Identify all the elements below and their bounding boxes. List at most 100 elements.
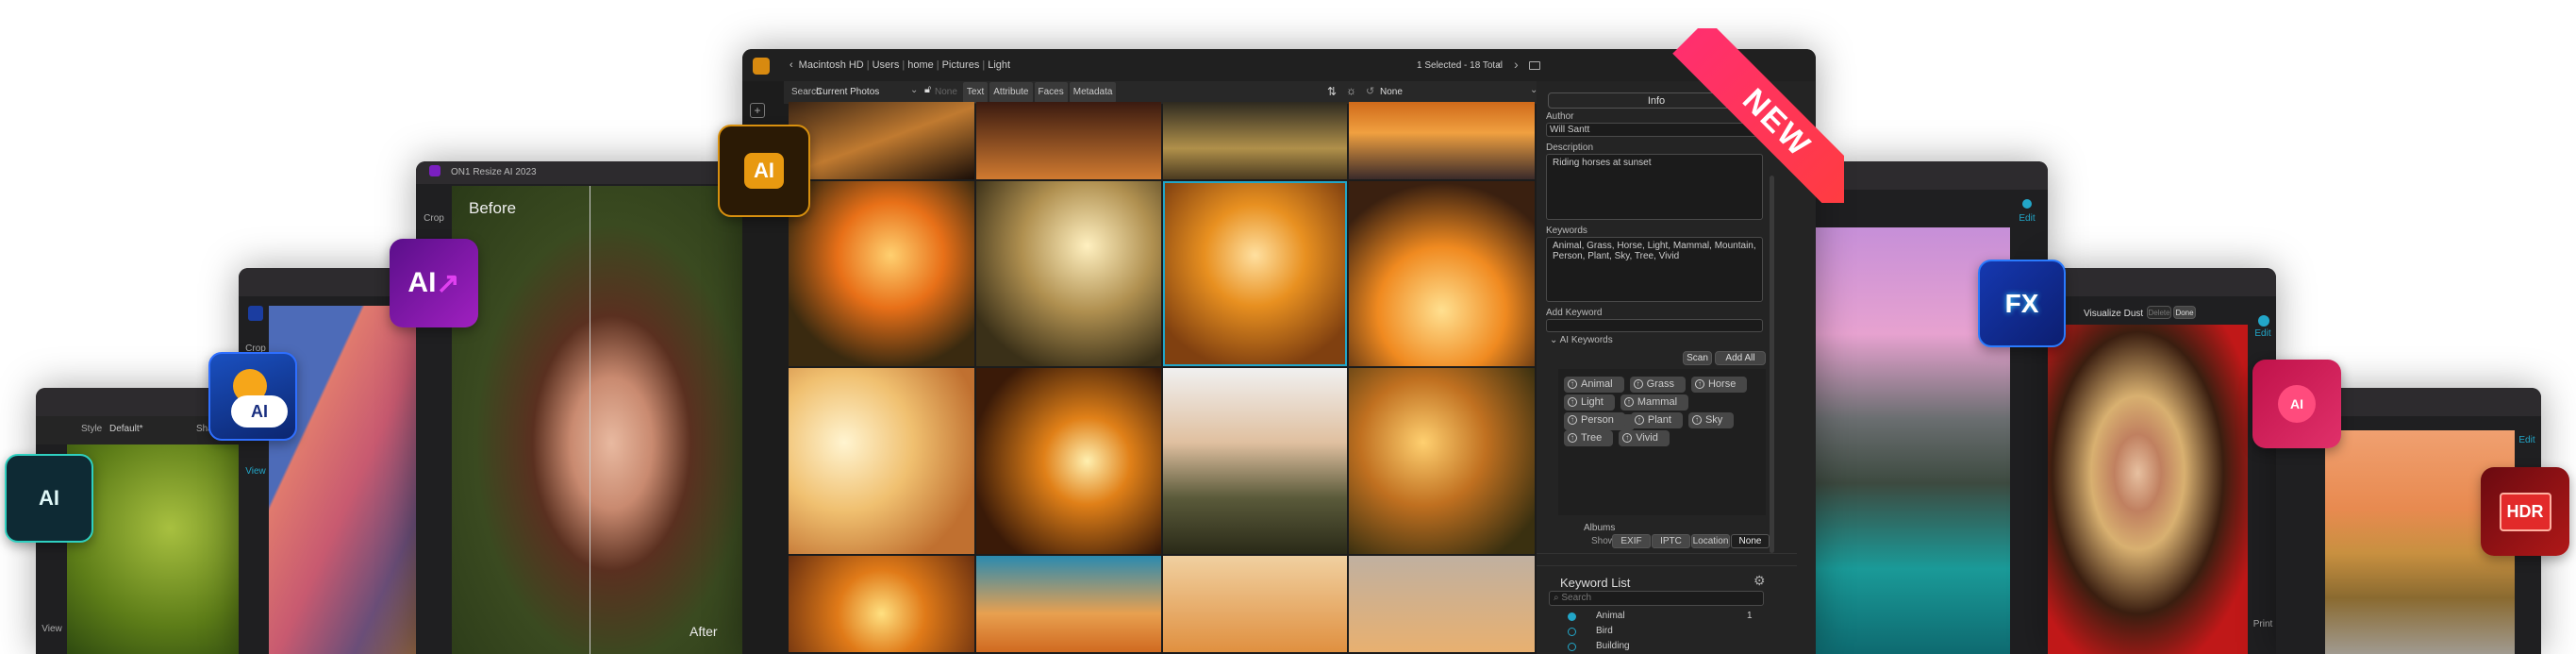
checked-circle-icon[interactable]: [1568, 612, 1576, 621]
folder-icon[interactable]: [1529, 61, 1540, 70]
add-circle-icon: ↑: [1634, 415, 1644, 425]
edit-label[interactable]: Edit: [2250, 328, 2276, 339]
show-option[interactable]: Location: [1691, 534, 1730, 548]
filter-tab[interactable]: None: [931, 82, 961, 103]
portrait-ai-pink-icon: AI: [2252, 360, 2341, 448]
chip-label: Light: [1581, 396, 1604, 408]
prev-icon[interactable]: ‹: [1497, 57, 1502, 72]
undo-icon[interactable]: ↺: [1366, 85, 1374, 97]
ai-keyword-chip[interactable]: ↑ Vivid: [1619, 429, 1670, 446]
add-keyword-label: Add Keyword: [1546, 308, 1603, 318]
keyword-list-item[interactable]: Bird: [1549, 625, 1766, 640]
add-all-button[interactable]: Add All: [1715, 351, 1766, 365]
photo-thumbnail[interactable]: [1349, 181, 1535, 366]
window-browse: ‹ Macintosh HD | Users | home | Pictures | Light …: [742, 49, 1816, 654]
keyword-search-input[interactable]: ⌕ Search: [1549, 591, 1764, 606]
empty-circle-icon[interactable]: [1568, 643, 1576, 651]
filter-tab[interactable]: Faces: [1034, 82, 1068, 103]
filter-tab[interactable]: Metadata: [1069, 82, 1117, 103]
photo-thumbnail[interactable]: [1163, 556, 1347, 652]
add-button[interactable]: +: [750, 103, 765, 118]
ai-keyword-chip[interactable]: ↑ Animal: [1564, 376, 1624, 393]
photo-thumbnail[interactable]: [789, 368, 974, 554]
photo-thumbnail[interactable]: [789, 556, 974, 652]
chevron-down-icon[interactable]: ⌄: [910, 85, 918, 95]
keyword-list-title: Keyword List: [1560, 576, 1631, 590]
ai-keyword-chip[interactable]: ↑ Light: [1564, 394, 1615, 411]
show-option[interactable]: EXIF: [1612, 534, 1651, 548]
ai-keyword-chip[interactable]: ↑ Person: [1564, 411, 1625, 428]
photo-thumbnail[interactable]: [976, 181, 1161, 366]
keyword-list-item[interactable]: Animal 1: [1549, 610, 1766, 625]
breadcrumb: ‹ Macintosh HD | Users | home | Pictures | Light: [789, 59, 1010, 71]
back-icon[interactable]: ‹: [789, 59, 793, 71]
keyword-name: Bird: [1596, 626, 1613, 636]
visualize-dust-toggle[interactable]: Visualize Dust: [2084, 309, 2143, 319]
photo-thumbnail[interactable]: [976, 368, 1161, 554]
ai-keywords-toggle[interactable]: ⌄ AI Keywords: [1550, 335, 1613, 345]
ai-keyword-chip[interactable]: ↑ Plant: [1630, 411, 1683, 428]
breadcrumb-item[interactable]: home: [907, 59, 934, 71]
scan-button[interactable]: Scan: [1683, 351, 1712, 365]
crop-tool[interactable]: Crop: [420, 213, 448, 224]
chip-row: ↑ Animal ↑ Grass ↑ Horse: [1564, 374, 1766, 393]
delete-button[interactable]: Delete: [2147, 306, 2171, 319]
search-scope-dropdown[interactable]: Current Photos: [816, 87, 879, 97]
empty-circle-icon[interactable]: [1568, 628, 1576, 636]
breadcrumb-item[interactable]: Light: [988, 59, 1010, 71]
photo-thumbnail[interactable]: [1349, 556, 1535, 652]
photo-thumbnail[interactable]: [789, 181, 974, 366]
photo-thumbnail[interactable]: [976, 556, 1161, 652]
filter-tab[interactable]: Text: [962, 82, 989, 103]
chip-label: Vivid: [1636, 432, 1658, 444]
edit-label[interactable]: Edit: [2012, 213, 2042, 224]
show-option[interactable]: None: [1731, 534, 1770, 548]
ai-keyword-chip[interactable]: ↑ Grass: [1629, 376, 1686, 393]
print-button[interactable]: Print: [2250, 619, 2276, 629]
keyword-list-item[interactable]: Building: [1549, 640, 1766, 654]
view-label: View: [42, 624, 62, 634]
ai-keyword-chip[interactable]: ↑ Mammal: [1620, 394, 1689, 411]
edit-icon[interactable]: [2022, 199, 2032, 209]
photo-thumbnail[interactable]: [1349, 102, 1535, 179]
add-keyword-input[interactable]: [1546, 319, 1763, 332]
filter-tab[interactable]: Attribute: [989, 82, 1033, 103]
chip-label: Tree: [1581, 432, 1603, 444]
gear-icon[interactable]: ⚙: [1753, 573, 1766, 589]
keywords-field[interactable]: Animal, Grass, Horse, Light, Mammal, Mou…: [1546, 237, 1763, 302]
photo-thumbnail[interactable]: [1163, 102, 1347, 179]
lightbulb-icon[interactable]: ☼: [1346, 84, 1356, 97]
photo-thumbnail[interactable]: [976, 102, 1161, 179]
author-label: Author: [1546, 111, 1574, 122]
add-circle-icon: ↑: [1691, 415, 1702, 425]
photo-thumbnail[interactable]: [1349, 368, 1535, 554]
edit-label[interactable]: Edit: [2514, 435, 2540, 445]
window-sky: Crop View: [239, 268, 416, 654]
done-button[interactable]: Done: [2173, 306, 2196, 319]
breadcrumb-item[interactable]: Macintosh HD: [799, 59, 864, 71]
show-option[interactable]: IPTC: [1652, 534, 1690, 548]
chip-label: Plant: [1647, 414, 1671, 426]
breadcrumb-separator: |: [902, 59, 906, 71]
photo-thumbnail[interactable]: [1163, 181, 1347, 366]
photo-thumbnail[interactable]: [789, 102, 974, 179]
photo-thumbnail[interactable]: [1163, 368, 1347, 554]
view-tool[interactable]: View: [241, 466, 271, 477]
breadcrumb-separator: |: [936, 59, 939, 71]
ai-keyword-chip[interactable]: ↑ Horse: [1690, 376, 1748, 393]
style-dropdown[interactable]: Default*: [109, 424, 143, 434]
add-circle-icon: ↑: [1623, 397, 1634, 407]
breadcrumb-item[interactable]: Pictures: [942, 59, 980, 71]
add-circle-icon: ↑: [1568, 397, 1577, 407]
resize-ai-icon: AI ↗: [390, 239, 478, 327]
chip-row: ↑Light↑Mammal↑Mountain: [1564, 392, 1766, 430]
panel-scrollbar[interactable]: [1770, 176, 1774, 553]
next-icon[interactable]: ›: [1514, 57, 1519, 72]
ai-keyword-chip[interactable]: ↑ Sky: [1687, 411, 1735, 428]
sort-dropdown[interactable]: None: [1380, 87, 1403, 97]
sort-icon[interactable]: ⇅: [1327, 85, 1337, 98]
chip-label: Mammal: [1637, 396, 1678, 408]
ai-keyword-chip[interactable]: ↑ Tree: [1564, 429, 1614, 446]
breadcrumb-item[interactable]: Users: [873, 59, 900, 71]
user-icon[interactable]: [2258, 315, 2269, 327]
